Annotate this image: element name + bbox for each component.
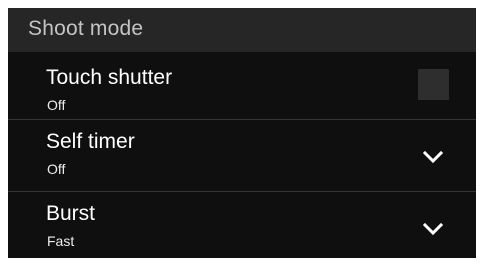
setting-value: Off: [47, 161, 66, 177]
setting-value: Fast: [47, 233, 75, 249]
setting-label: Self timer: [46, 130, 135, 153]
section-title: Shoot mode: [28, 17, 144, 40]
touch-shutter-checkbox[interactable]: [418, 69, 449, 100]
chevron-down-icon[interactable]: [422, 222, 444, 236]
setting-label: Touch shutter: [46, 66, 173, 89]
setting-value: Off: [47, 97, 66, 113]
setting-label: Burst: [46, 202, 96, 225]
settings-panel: Shoot mode Touch shutter Off Self timer …: [8, 8, 476, 258]
setting-touch-shutter[interactable]: Touch shutter Off: [8, 52, 476, 127]
setting-burst[interactable]: Burst Fast: [8, 192, 476, 258]
chevron-down-icon[interactable]: [422, 150, 444, 164]
section-header: Shoot mode: [8, 8, 476, 52]
setting-self-timer[interactable]: Self timer Off: [8, 120, 476, 191]
